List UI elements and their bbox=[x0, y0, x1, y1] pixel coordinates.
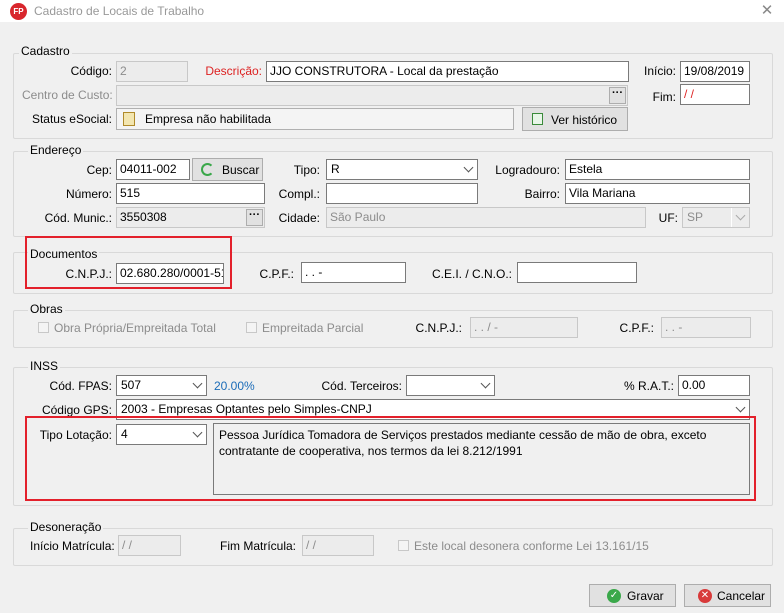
buscar-button[interactable]: Buscar bbox=[192, 158, 263, 181]
fpas-label: Cód. FPAS: bbox=[49, 379, 112, 393]
cei-cno-field[interactable] bbox=[517, 262, 637, 283]
ver-historico-label: Ver histórico bbox=[551, 113, 618, 127]
endereco-group-label: Endereço bbox=[28, 143, 84, 157]
obra-propria-label: Obra Própria/Empreitada Total bbox=[54, 321, 216, 335]
numero-field[interactable]: 515 bbox=[116, 183, 265, 204]
refresh-icon bbox=[201, 163, 214, 176]
cadastro-group-label: Cadastro bbox=[19, 44, 72, 58]
fpas-percent: 20.00% bbox=[214, 379, 255, 393]
inicio-matricula-field[interactable]: / / bbox=[118, 535, 181, 556]
centro-custo-lookup-button[interactable]: ··· bbox=[609, 87, 626, 104]
cancelar-button[interactable]: ✕ Cancelar bbox=[684, 584, 771, 607]
app-logo-icon: FP bbox=[10, 3, 27, 20]
gravar-label: Gravar bbox=[627, 589, 664, 603]
cancelar-label: Cancelar bbox=[717, 589, 766, 603]
obras-group-label: Obras bbox=[28, 302, 65, 316]
desoneracao-group-label: Desoneração bbox=[28, 520, 104, 534]
edit-document-icon bbox=[123, 112, 135, 126]
tipo-lotacao-value: 4 bbox=[121, 427, 128, 441]
descricao-field[interactable]: JJO CONSTRUTORA - Local da prestação bbox=[266, 61, 629, 82]
desonera-checkbox[interactable] bbox=[398, 540, 409, 551]
chevron-down-icon bbox=[188, 376, 206, 395]
fim-matricula-label: Fim Matrícula: bbox=[220, 539, 297, 553]
status-esocial-field: Empresa não habilitada bbox=[116, 108, 514, 130]
chevron-down-icon bbox=[188, 425, 206, 444]
cnpj-label: C.N.P.J.: bbox=[65, 267, 112, 281]
uf-select[interactable]: SP bbox=[682, 207, 750, 228]
codigo-label: Código: bbox=[70, 64, 112, 78]
cod-munic-field[interactable]: 3550308 bbox=[116, 207, 265, 228]
cep-field[interactable]: 04011-002 bbox=[116, 159, 190, 180]
uf-label: UF: bbox=[658, 211, 678, 225]
numero-label: Número: bbox=[65, 187, 112, 201]
compl-label: Compl.: bbox=[278, 187, 320, 201]
tipo-select[interactable]: R bbox=[326, 159, 478, 180]
terceiros-select[interactable] bbox=[406, 375, 495, 396]
chevron-down-icon bbox=[476, 376, 494, 395]
window-title: Cadastro de Locais de Trabalho bbox=[34, 4, 205, 18]
obras-cpf-field[interactable]: . . - bbox=[661, 317, 751, 338]
fpas-select[interactable]: 507 bbox=[116, 375, 207, 396]
bairro-field[interactable]: Vila Mariana bbox=[565, 183, 750, 204]
status-esocial-value: Empresa não habilitada bbox=[145, 112, 272, 126]
cod-munic-lookup-button[interactable]: ··· bbox=[246, 209, 263, 226]
cpf-label: C.P.F.: bbox=[259, 267, 294, 281]
rat-field[interactable]: 0.00 bbox=[678, 375, 750, 396]
chevron-down-icon bbox=[459, 160, 477, 179]
cancel-icon: ✕ bbox=[698, 589, 712, 603]
inicio-matricula-label: Início Matrícula: bbox=[30, 539, 115, 553]
tipo-label: Tipo: bbox=[293, 163, 320, 177]
gps-value: 2003 - Empresas Optantes pelo Simples-CN… bbox=[121, 402, 372, 416]
status-esocial-label: Status eSocial: bbox=[31, 112, 112, 126]
empreitada-parcial-checkbox[interactable] bbox=[246, 322, 257, 333]
terceiros-label: Cód. Terceiros: bbox=[321, 379, 402, 393]
close-icon[interactable]: ✕ bbox=[750, 0, 784, 22]
inicio-label: Início: bbox=[643, 64, 676, 78]
fim-label: Fim: bbox=[652, 90, 676, 104]
check-icon: ✓ bbox=[607, 589, 621, 603]
obras-cnpj-label: C.N.P.J.: bbox=[415, 321, 462, 335]
tipo-lotacao-description: Pessoa Jurídica Tomadora de Serviços pre… bbox=[213, 423, 750, 495]
cpf-field[interactable]: . . - bbox=[301, 262, 406, 283]
obras-cpf-label: C.P.F.: bbox=[619, 321, 654, 335]
logradouro-field[interactable]: Estela bbox=[565, 159, 750, 180]
obra-propria-checkbox[interactable] bbox=[38, 322, 49, 333]
cei-cno-label: C.E.I. / C.N.O.: bbox=[431, 267, 512, 281]
buscar-label: Buscar bbox=[222, 163, 260, 177]
desonera-label: Este local desonera conforme Lei 13.161/… bbox=[414, 539, 649, 553]
fim-matricula-field[interactable]: / / bbox=[302, 535, 374, 556]
tipo-lotacao-select[interactable]: 4 bbox=[116, 424, 207, 445]
chevron-down-icon bbox=[731, 208, 749, 227]
descricao-label: Descrição: bbox=[205, 64, 262, 78]
compl-field[interactable] bbox=[326, 183, 478, 204]
uf-value: SP bbox=[687, 210, 704, 224]
tipo-value: R bbox=[331, 162, 340, 176]
fim-field[interactable]: / / bbox=[680, 84, 750, 105]
ver-historico-button[interactable]: Ver histórico bbox=[522, 107, 628, 131]
rat-label: % R.A.T.: bbox=[623, 379, 674, 393]
cidade-field[interactable]: São Paulo bbox=[326, 207, 646, 228]
cnpj-field[interactable]: 02.680.280/0001-51 bbox=[116, 263, 224, 284]
cep-label: Cep: bbox=[86, 163, 112, 177]
gravar-button[interactable]: ✓ Gravar bbox=[589, 584, 676, 607]
documentos-group-label: Documentos bbox=[28, 247, 100, 261]
bairro-label: Bairro: bbox=[524, 187, 560, 201]
inicio-field[interactable]: 19/08/2019 bbox=[680, 61, 750, 82]
centro-custo-field[interactable] bbox=[116, 85, 628, 106]
empreitada-parcial-label: Empreitada Parcial bbox=[262, 321, 364, 335]
obras-cnpj-field[interactable]: . . / - bbox=[470, 317, 578, 338]
codigo-field[interactable]: 2 bbox=[116, 61, 188, 82]
logradouro-label: Logradouro: bbox=[495, 163, 560, 177]
centro-custo-label: Centro de Custo: bbox=[22, 88, 113, 102]
cod-munic-label: Cód. Munic.: bbox=[44, 211, 112, 225]
tipo-lotacao-label: Tipo Lotação: bbox=[39, 428, 112, 442]
cidade-label: Cidade: bbox=[278, 211, 320, 225]
inss-group-label: INSS bbox=[28, 359, 61, 373]
fpas-value: 507 bbox=[121, 378, 142, 392]
history-icon bbox=[532, 113, 543, 125]
